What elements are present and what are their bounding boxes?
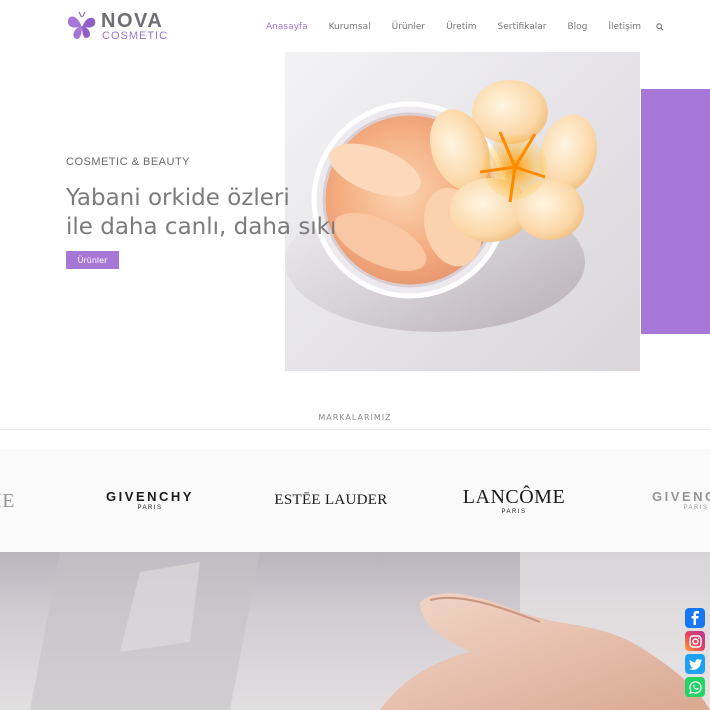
brands-carousel[interactable]: OME GIVENCHY PARIS ESTĒE LAUDER LANCÔME … <box>0 449 710 552</box>
brand-sub: PARIS <box>501 508 527 515</box>
brand-logo[interactable]: OME <box>0 449 24 552</box>
nav-item-blog[interactable]: Blog <box>567 22 587 32</box>
brand-logo-estee-lauder[interactable]: ESTĒE LAUDER <box>270 449 392 552</box>
social-floating-bar <box>685 608 705 700</box>
hand-banner-image <box>0 552 710 710</box>
brand-sub: PARIS <box>683 505 709 511</box>
brand-name: GIVENCHY <box>106 489 194 504</box>
brand-logo-givenchy[interactable]: GIVENCHY PARIS <box>100 449 200 552</box>
facebook-icon[interactable] <box>685 608 705 628</box>
logo[interactable]: NOVA COSMETIC <box>66 9 176 43</box>
brand-name: GIVENCHY <box>652 489 710 504</box>
brand-logo-givenchy-2[interactable]: GIVENCHY PARIS <box>646 449 710 552</box>
hero-kicker: COSMETIC & BEAUTY <box>66 156 191 168</box>
whatsapp-icon[interactable] <box>685 677 705 697</box>
hero-title-line-2: ile daha canlı, daha sıkı <box>66 214 337 240</box>
brand-name: LANCÔME <box>462 485 566 508</box>
page: NOVA COSMETIC Anasayfa Kurumsal Ürünler … <box>0 0 710 710</box>
butterfly-logo-icon <box>67 11 96 39</box>
hero-title-line-1: Yabani orkide özleri <box>66 185 290 211</box>
brand-name: OME <box>0 489 15 512</box>
brand-sub: PARIS <box>137 505 163 511</box>
brands-divider <box>0 429 710 430</box>
site-header: NOVA COSMETIC Anasayfa Kurumsal Ürünler … <box>0 0 710 52</box>
brands-title: MARKALARIMIZ <box>318 413 392 422</box>
nav-item-iletisim[interactable]: İletişim <box>608 22 641 32</box>
products-button[interactable]: Ürünler <box>66 251 119 269</box>
brand-logo-lancome[interactable]: LANCÔME PARIS <box>455 449 573 552</box>
nav-item-sertifikalar[interactable]: Sertifikalar <box>498 22 547 32</box>
nav-item-kurumsal[interactable]: Kurumsal <box>329 22 371 32</box>
nav-item-urunler[interactable]: Ürünler <box>392 22 425 32</box>
instagram-icon[interactable] <box>685 631 705 651</box>
brand-name: ESTĒE LAUDER <box>274 492 388 508</box>
twitter-icon[interactable] <box>685 654 705 674</box>
nav-item-uretim[interactable]: Üretim <box>446 22 476 32</box>
decorative-purple-block <box>641 89 710 334</box>
logo-subtitle: COSMETIC <box>102 30 169 42</box>
main-nav: Anasayfa Kurumsal Ürünler Üretim Sertifi… <box>266 20 664 34</box>
nav-item-anasayfa[interactable]: Anasayfa <box>266 22 308 32</box>
search-icon[interactable] <box>656 23 664 31</box>
hero-title: Yabani orkide özleri ile daha canlı, dah… <box>66 184 366 242</box>
